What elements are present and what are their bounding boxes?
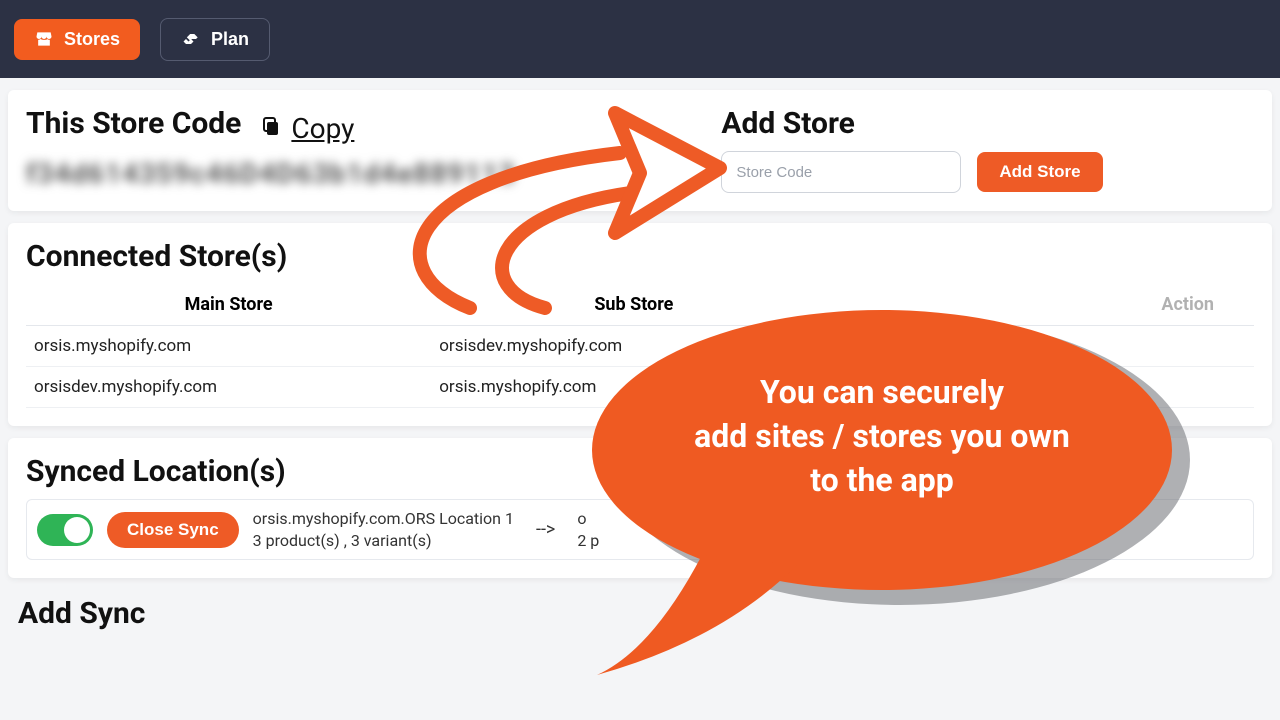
store-code-input[interactable] [721,151,961,193]
copy-code-button[interactable]: Copy [259,112,354,145]
cell-sub: orsis.myshopify.com [431,367,836,408]
synced-locations-panel: Synced Location(s) Close Sync orsis.mysh… [8,438,1272,578]
table-row: orsis.myshopify.com orsisdev.myshopify.c… [26,326,1254,367]
add-sync-title: Add Sync [18,596,1280,631]
this-store-code-title: This Store Code [26,106,241,141]
connected-stores-panel: Connected Store(s) Main Store Sub Store … [8,223,1272,426]
cell-main: orsisdev.myshopify.com [26,367,431,408]
sync-target: orsisdev.myshopify.com from SKU 2 p [577,508,1243,551]
col-main-store: Main Store [26,284,431,326]
nav-plan-button[interactable]: Plan [160,18,270,61]
add-store-title: Add Store [721,106,1254,141]
table-row: orsisdev.myshopify.com orsis.myshopify.c… [26,367,1254,408]
nav-stores-label: Stores [64,29,120,50]
sync-source: orsis.myshopify.com.ORS Location 1 3 pro… [253,508,514,551]
store-code-value: f34d614359c46D4D63b1d4e889113 [26,157,701,190]
close-sync-button[interactable]: Close Sync [107,512,239,548]
cell-sub: orsisdev.myshopify.com [431,326,836,367]
store-code-panel: This Store Code Copy f34d614359c46D4D63b… [8,90,1272,211]
copy-label: Copy [291,112,354,145]
sync-toggle[interactable] [37,514,93,546]
add-store-button[interactable]: Add Store [977,152,1102,192]
nav-stores-button[interactable]: Stores [14,19,140,60]
cell-main: orsis.myshopify.com [26,326,431,367]
col-sub-store: Sub Store [431,284,836,326]
top-nav: Stores Plan [0,0,1280,78]
store-icon [34,29,54,49]
handshake-icon [181,29,201,49]
connected-stores-title: Connected Store(s) [26,239,1254,274]
col-action: Action [836,284,1254,326]
copy-icon [259,112,283,145]
synced-locations-title: Synced Location(s) [26,454,1254,489]
sync-arrow-text: --> [528,519,563,540]
nav-plan-label: Plan [211,29,249,50]
connected-stores-table: Main Store Sub Store Action orsis.myshop… [26,284,1254,408]
